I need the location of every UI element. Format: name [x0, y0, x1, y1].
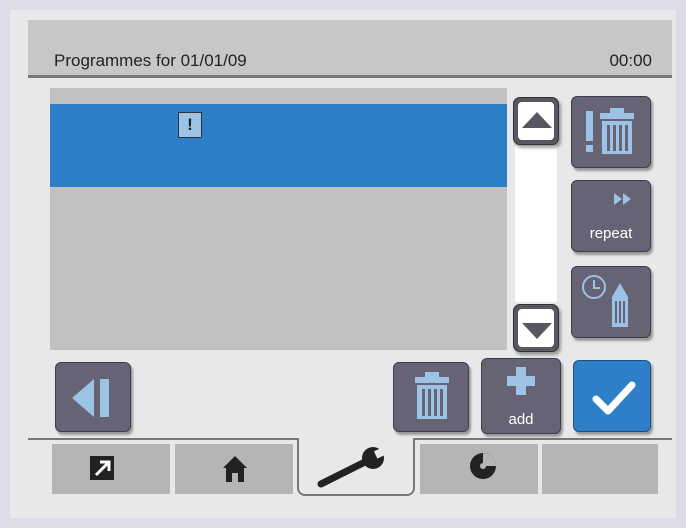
add-button[interactable]: add [481, 358, 561, 434]
fast-forward-icon [614, 193, 631, 205]
disc-icon [470, 453, 496, 479]
delete-all-button[interactable] [571, 96, 651, 168]
edit-time-button[interactable] [571, 266, 651, 338]
checkmark-icon [592, 381, 636, 415]
scroll-up-button[interactable] [513, 97, 559, 145]
plus-icon [507, 367, 535, 395]
delete-button[interactable] [393, 362, 469, 432]
repeat-label: repeat [589, 225, 633, 242]
tab-disc[interactable] [420, 444, 538, 494]
warning-flag-icon: ! [178, 112, 202, 138]
repeat-button[interactable]: repeat [571, 180, 651, 252]
add-label: add [508, 411, 534, 428]
home-icon [223, 456, 247, 482]
list-item[interactable]: ! [50, 104, 507, 187]
tab-home[interactable] [175, 444, 293, 494]
scroll-down-button[interactable] [513, 304, 559, 352]
exclamation-trash-icon [586, 108, 634, 154]
arrow-out-icon [90, 456, 114, 480]
triangle-down-icon [522, 323, 552, 339]
programme-list[interactable]: ! [50, 88, 507, 350]
wrench-icon [317, 445, 391, 488]
clock-display: 00:00 [609, 51, 652, 70]
header-bar: Programmes for 01/01/09 00:00 [28, 20, 672, 78]
confirm-button[interactable] [573, 360, 651, 432]
tab-external-link[interactable] [52, 444, 170, 494]
tab-settings[interactable] [297, 438, 415, 496]
clock-pencil-icon [582, 275, 628, 327]
tab-empty[interactable] [542, 444, 658, 494]
page-title: Programmes for 01/01/09 [54, 51, 247, 70]
triangle-up-icon [522, 112, 552, 128]
scrollbar-track[interactable] [515, 146, 557, 302]
back-icon [72, 379, 109, 417]
trash-icon [415, 372, 449, 419]
back-button[interactable] [55, 362, 131, 432]
